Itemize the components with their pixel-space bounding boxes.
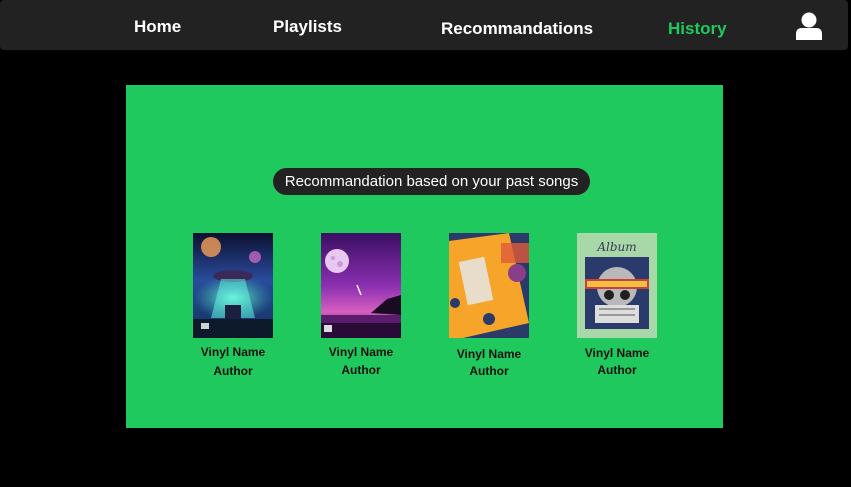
recommendation-title: Recommandation based on your past songs — [273, 168, 590, 195]
nav-home-link[interactable]: Home — [134, 17, 181, 37]
nav-history-link[interactable]: History — [668, 19, 727, 39]
album-cover-label: Album — [596, 240, 636, 254]
vinyl-name[interactable]: Vinyl Name — [567, 346, 667, 360]
album-cover-art — [449, 233, 529, 338]
album-cover-2[interactable] — [321, 233, 401, 338]
user-icon[interactable] — [794, 12, 824, 40]
vinyl-author[interactable]: Author — [311, 363, 411, 377]
vinyl-name[interactable]: Vinyl Name — [183, 345, 283, 359]
album-cover-art: Album — [577, 233, 657, 338]
album-cover-art — [321, 233, 401, 338]
album-cover-1[interactable] — [193, 233, 273, 338]
nav-recommendations-link[interactable]: Recommandations — [441, 19, 593, 39]
vinyl-author[interactable]: Author — [183, 364, 283, 378]
vinyl-author[interactable]: Author — [439, 364, 539, 378]
vinyl-name[interactable]: Vinyl Name — [439, 347, 539, 361]
user-icon-svg — [796, 12, 822, 40]
album-cover-3[interactable] — [449, 233, 529, 338]
top-navbar: Home Playlists Recommandations History — [0, 0, 848, 50]
vinyl-name[interactable]: Vinyl Name — [311, 345, 411, 359]
vinyl-author[interactable]: Author — [567, 363, 667, 377]
album-cover-art — [193, 233, 273, 338]
nav-playlists-link[interactable]: Playlists — [273, 17, 342, 37]
album-cover-4[interactable]: Album — [577, 233, 657, 338]
